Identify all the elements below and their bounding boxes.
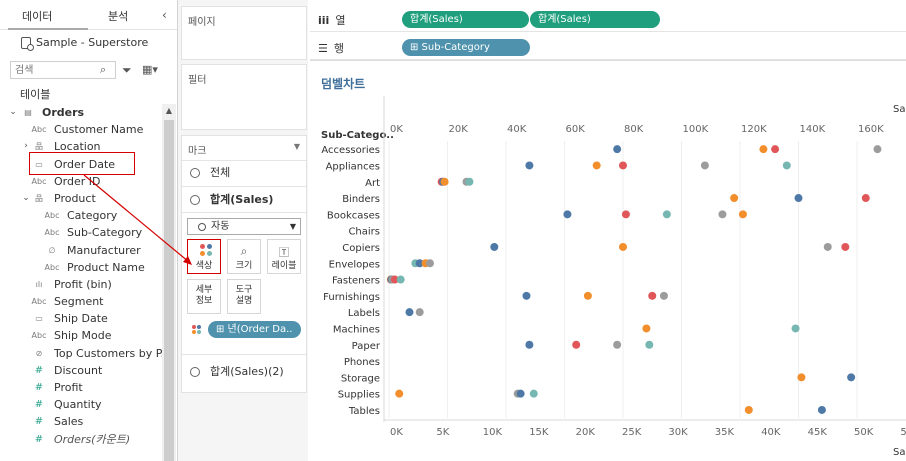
data-point [841,242,850,251]
category-label: Machines [333,324,380,335]
data-point [642,324,651,333]
top-axis-tick: 140K [800,124,826,135]
category-label: Appliances [326,161,380,172]
category-label: Paper [352,341,381,352]
bottom-axis-tick: 35K [715,427,735,438]
data-point [522,291,531,300]
bottom-axis-tick: 30K [668,427,688,438]
top-axis-tick: 20K [449,124,469,135]
data-point [738,210,747,219]
category-label: Bookcases [327,210,380,221]
data-point [823,242,832,251]
category-label: Accessories [321,145,380,156]
category-label: Phones [344,357,380,368]
annotation-arrow-line [83,174,190,263]
bottom-axis-tick: 20K [576,427,596,438]
data-point [662,210,671,219]
bottom-axis-tick: 50K [854,427,874,438]
bottom-axis-tick: 40K [761,427,781,438]
bottom-axis-tick: 0K [390,427,403,438]
data-point [583,291,592,300]
category-label: Copiers [342,243,380,254]
top-axis-tick: 100K [683,124,709,135]
data-point [619,161,627,170]
data-point [613,145,622,154]
row-header: Sub-Catego.. [321,130,394,141]
data-point [405,308,414,317]
data-point [572,340,581,349]
data-point [396,275,405,284]
data-point [525,161,534,170]
data-point [847,373,856,382]
data-point [730,194,739,203]
category-label: Art [365,178,380,189]
data-point [621,210,630,219]
bottom-axis-label: Sa [893,447,905,458]
data-point [659,291,668,300]
data-point [873,145,882,154]
data-point [440,177,449,186]
bottom-axis-tick: 25K [622,427,642,438]
top-axis-tick: 40K [507,124,527,135]
data-point [797,373,806,382]
data-point [529,389,538,398]
annotation-arrowhead [183,256,192,265]
category-label: Tables [348,406,380,417]
data-point [613,340,622,349]
category-label: Storage [341,373,380,384]
data-point [744,405,753,414]
bottom-axis-tick: 15K [529,427,549,438]
category-label: Chairs [348,227,380,238]
data-point [490,242,499,251]
data-point [563,210,572,219]
category-label: Fasteners [332,276,380,287]
data-point [425,259,434,268]
top-axis-tick: 80K [624,124,644,135]
data-point [395,389,404,398]
bottom-axis-tick: 5K [436,427,449,438]
bottom-axis-tick: 10K [483,427,503,438]
category-label: Furnishings [323,292,380,303]
data-point [415,308,424,317]
category-label: Binders [342,194,380,205]
data-point [817,405,826,414]
data-point [861,194,870,203]
data-point [516,389,525,398]
category-label: Envelopes [329,259,380,270]
data-point [700,161,709,170]
dumbbell-chart: Sub-Catego..0K 20K 40K 60K 80K 100K 120K 140K 16… [83,96,906,458]
bottom-axis-tick: 55 [900,427,906,438]
data-point [771,145,780,154]
data-point [759,145,768,154]
data-point [645,340,654,349]
bottom-axis-tick: 45K [808,427,828,438]
data-point [794,194,803,203]
data-point [619,242,627,251]
top-axis-tick: 60K [566,124,586,135]
data-point [592,161,601,170]
data-point [782,161,791,170]
top-axis-tick: 160K [858,124,884,135]
data-point [791,324,800,333]
data-point [465,177,474,186]
data-point [648,291,657,300]
category-label: Labels [348,308,380,319]
top-axis-tick: 120K [741,124,767,135]
data-point [718,210,727,219]
top-axis-tick: 0K [390,124,403,135]
top-axis-label: Sa [893,104,905,115]
data-point [525,340,534,349]
category-label: Supplies [338,390,380,401]
